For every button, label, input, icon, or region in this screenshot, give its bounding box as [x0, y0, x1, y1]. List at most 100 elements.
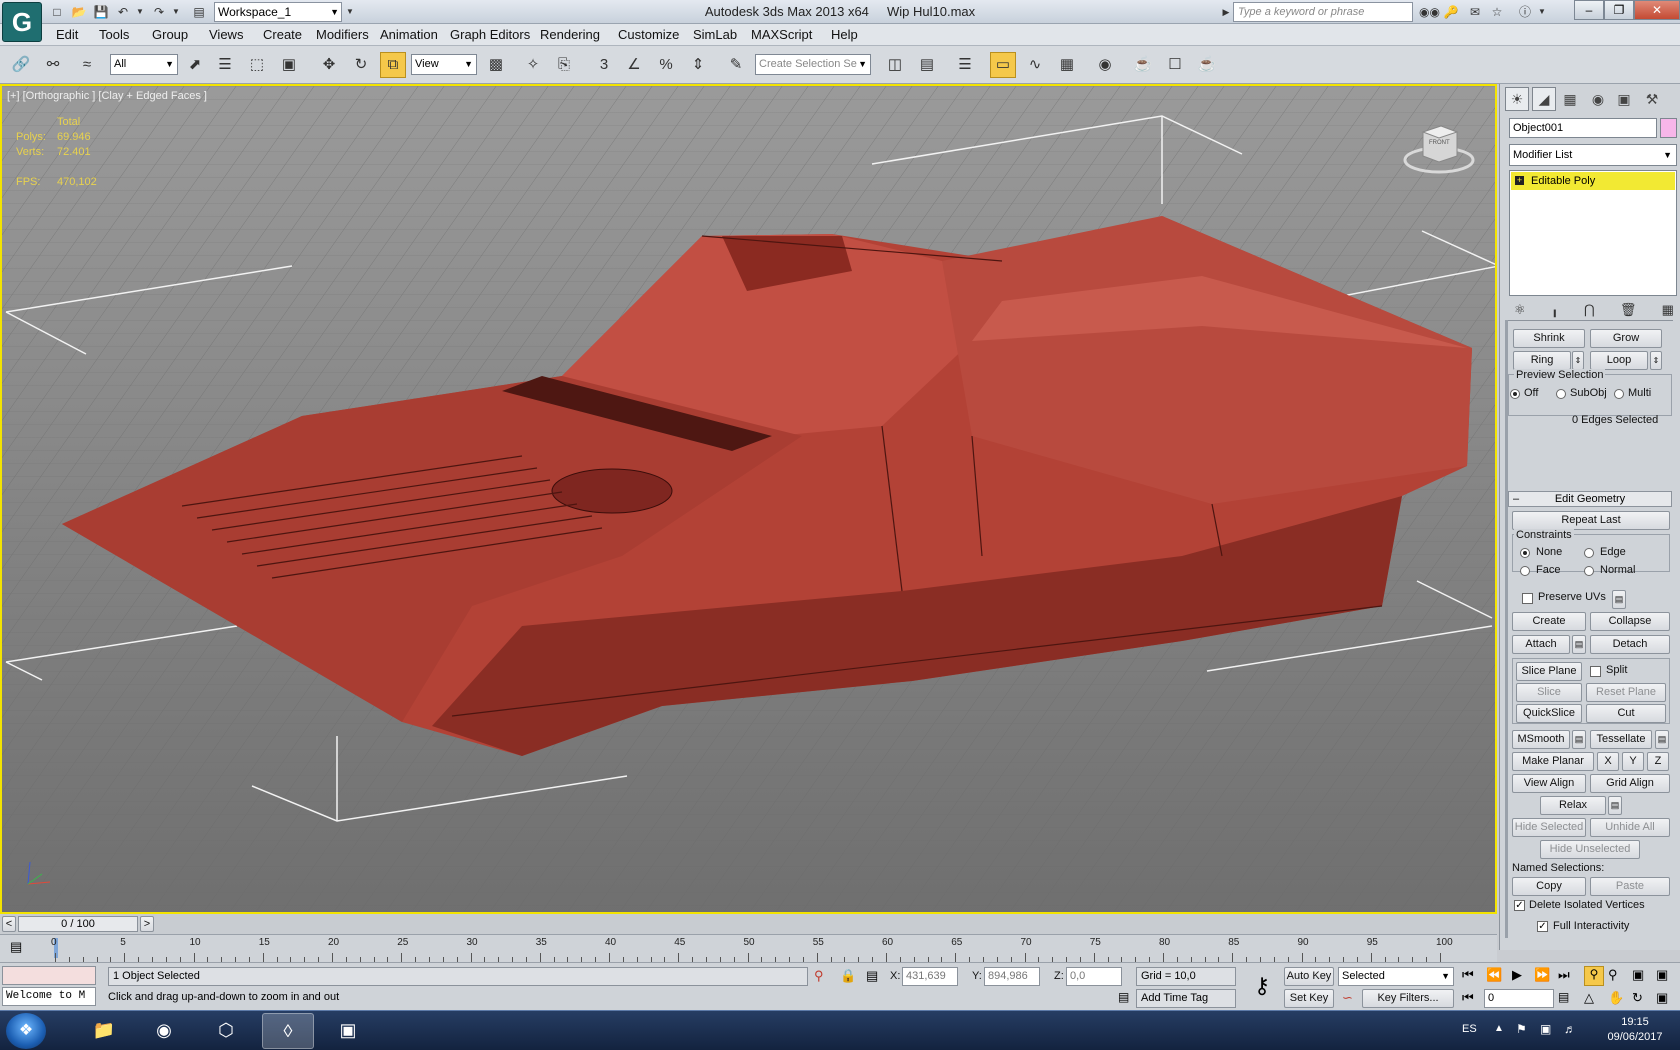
panel-scrollbar[interactable] — [1505, 320, 1508, 938]
configure-sets-icon[interactable]: ▦ — [1662, 302, 1674, 322]
full-interactivity-checkbox[interactable]: ✓ — [1537, 921, 1548, 932]
time-prev-button[interactable]: < — [2, 916, 16, 932]
menu-customize[interactable]: Customize — [618, 27, 679, 42]
utilities-tab-icon[interactable]: ⚒ — [1640, 87, 1664, 111]
quickslice-button[interactable]: QuickSlice — [1516, 704, 1582, 723]
make-unique-icon[interactable]: ⋂ — [1584, 302, 1595, 322]
layer-manager-icon[interactable]: ☰ — [952, 52, 978, 78]
zoom-extents-all-icon[interactable]: ▣ — [1656, 967, 1668, 983]
curve-editor-icon[interactable]: ∿ — [1022, 52, 1048, 78]
application-menu-button[interactable]: G — [2, 2, 42, 42]
constraint-normal-radio[interactable] — [1584, 566, 1594, 576]
reference-coordinate-dropdown[interactable]: View ▼ — [411, 54, 477, 75]
quick-access-menu-icon[interactable]: ▼ — [343, 3, 357, 21]
system-clock[interactable]: 19:15 09/06/2017 — [1595, 1015, 1675, 1045]
next-frame-icon[interactable]: ⏩ — [1534, 967, 1550, 983]
subscription-icon[interactable]: 🔑 — [1442, 3, 1460, 21]
relax-button[interactable]: Relax — [1540, 796, 1606, 815]
object-color-swatch[interactable] — [1660, 118, 1677, 138]
photo-viewer-taskbar-icon[interactable]: ▣ — [322, 1013, 374, 1049]
favorites-star-icon[interactable]: ☆ — [1488, 3, 1506, 21]
msmooth-settings-icon[interactable]: ▤ — [1572, 730, 1586, 749]
selection-filter-dropdown[interactable]: All ▼ — [110, 54, 178, 75]
schematic-view-icon[interactable]: ▦ — [1054, 52, 1080, 78]
object-name-field[interactable]: Object001 — [1509, 118, 1657, 138]
field-of-view-icon[interactable]: △ — [1584, 990, 1594, 1006]
view-align-button[interactable]: View Align — [1512, 774, 1586, 793]
keyboard-shortcut-override-icon[interactable]: ⎘ — [551, 52, 577, 78]
communication-center-icon[interactable]: ✉ — [1466, 3, 1484, 21]
link-icon[interactable]: 🔗 — [8, 52, 34, 78]
slice-plane-button[interactable]: Slice Plane — [1516, 662, 1582, 681]
undo-icon[interactable]: ↶ — [114, 3, 132, 21]
edit-named-selection-icon[interactable]: ✎ — [723, 52, 749, 78]
key-filters-curve-icon[interactable]: ∽ — [1342, 990, 1353, 1006]
menu-views[interactable]: Views — [209, 27, 243, 42]
scale-icon[interactable]: ⧉ — [380, 52, 406, 78]
menu-animation[interactable]: Animation — [380, 27, 438, 42]
window-crossing-icon[interactable]: ▣ — [276, 52, 302, 78]
language-indicator[interactable]: ES — [1462, 1023, 1477, 1035]
create-tab-icon[interactable]: ☀ — [1505, 87, 1529, 111]
select-object-icon[interactable]: ⬈ — [182, 52, 208, 78]
maxscript-mini-listener-top[interactable] — [2, 966, 96, 985]
hide-unselected-button[interactable]: Hide Unselected — [1540, 840, 1640, 859]
show-end-result-icon[interactable]: ╻ — [1551, 302, 1559, 322]
3dsmax-taskbar-icon[interactable]: ◊ — [262, 1013, 314, 1049]
motion-tab-icon[interactable]: ◉ — [1586, 87, 1610, 111]
modifier-list-dropdown[interactable]: Modifier List ▼ — [1509, 144, 1677, 166]
unhide-all-button[interactable]: Unhide All — [1590, 818, 1670, 837]
material-editor-icon[interactable]: ◉ — [1092, 52, 1118, 78]
delete-isolated-vertices-checkbox[interactable]: ✓ — [1514, 900, 1525, 911]
viewcube[interactable]: FRONT — [1403, 116, 1475, 176]
blender-taskbar-icon[interactable]: ⬡ — [200, 1013, 252, 1049]
undo-dropdown-icon[interactable]: ▼ — [134, 3, 146, 21]
key-mode-toggle-icon[interactable]: ⏮ — [1462, 990, 1474, 1006]
previous-frame-icon[interactable]: ⏪ — [1486, 967, 1502, 983]
set-key-mode-key-icon[interactable]: ⚷ — [1246, 973, 1278, 1003]
absolute-mode-icon[interactable]: ▤ — [866, 968, 878, 984]
rotate-icon[interactable]: ↻ — [348, 52, 374, 78]
explorer-taskbar-icon[interactable]: 📁 — [78, 1013, 130, 1049]
rendered-frame-window-icon[interactable]: ☐ — [1162, 52, 1188, 78]
restore-button[interactable]: ❐ — [1604, 0, 1634, 20]
modifier-stack-item[interactable]: + Editable Poly — [1511, 172, 1675, 190]
spinner-snap-icon[interactable]: ⇕ — [685, 52, 711, 78]
expand-plus-icon[interactable]: + — [1515, 176, 1524, 185]
pin-stack-icon[interactable]: ⚛ — [1514, 302, 1526, 322]
open-file-icon[interactable]: 📂 — [70, 3, 88, 21]
preserve-uvs-checkbox[interactable] — [1522, 593, 1533, 604]
preview-subobj-radio[interactable] — [1556, 389, 1566, 399]
zoom-all-icon[interactable]: ⚲ — [1608, 967, 1618, 983]
ring-spinner[interactable]: ⇕ — [1572, 351, 1584, 370]
selection-lock-icon[interactable]: 🔒 — [840, 968, 856, 984]
key-filters-button[interactable]: Key Filters... — [1362, 989, 1454, 1008]
menu-help[interactable]: Help — [831, 27, 858, 42]
make-planar-x-button[interactable]: X — [1597, 752, 1619, 771]
grid-align-button[interactable]: Grid Align — [1590, 774, 1670, 793]
save-icon[interactable]: 💾 — [92, 3, 110, 21]
loop-spinner[interactable]: ⇕ — [1650, 351, 1662, 370]
create-button[interactable]: Create — [1512, 612, 1586, 631]
menu-create[interactable]: Create — [263, 27, 302, 42]
hierarchy-tab-icon[interactable]: ▦ — [1558, 87, 1582, 111]
shrink-button[interactable]: Shrink — [1513, 329, 1585, 348]
angle-snap-icon[interactable]: ∠ — [621, 52, 647, 78]
collapse-button[interactable]: Collapse — [1590, 612, 1670, 631]
help-search-input[interactable]: Type a keyword or phrase — [1233, 2, 1413, 22]
constraint-edge-radio[interactable] — [1584, 548, 1594, 558]
detach-button[interactable]: Detach — [1590, 635, 1670, 654]
split-checkbox[interactable] — [1590, 666, 1601, 677]
y-coord-field[interactable]: 894,986 — [984, 967, 1040, 986]
start-button[interactable]: ❖ — [6, 1013, 46, 1049]
x-coord-field[interactable]: 431,639 — [902, 967, 958, 986]
project-folder-icon[interactable]: ▤ — [190, 3, 208, 21]
binoculars-search-icon[interactable]: ◉◉ — [1418, 3, 1440, 21]
go-to-start-icon[interactable]: ⏮ — [1462, 967, 1474, 983]
bind-space-warp-icon[interactable]: ≈ — [74, 52, 100, 78]
track-bar[interactable]: ▤ 0 5 10 15 20 25 30 35 40 45 50 55 60 65 70 75 80 85 90 95… — [0, 934, 1497, 962]
attach-settings-icon[interactable]: ▤ — [1572, 635, 1586, 654]
perspective-viewport[interactable]: [+] [Orthographic ] [Clay + Edged Faces … — [0, 84, 1497, 914]
firefox-taskbar-icon[interactable]: ◉ — [138, 1013, 190, 1049]
menu-modifiers[interactable]: Modifiers — [316, 27, 369, 42]
